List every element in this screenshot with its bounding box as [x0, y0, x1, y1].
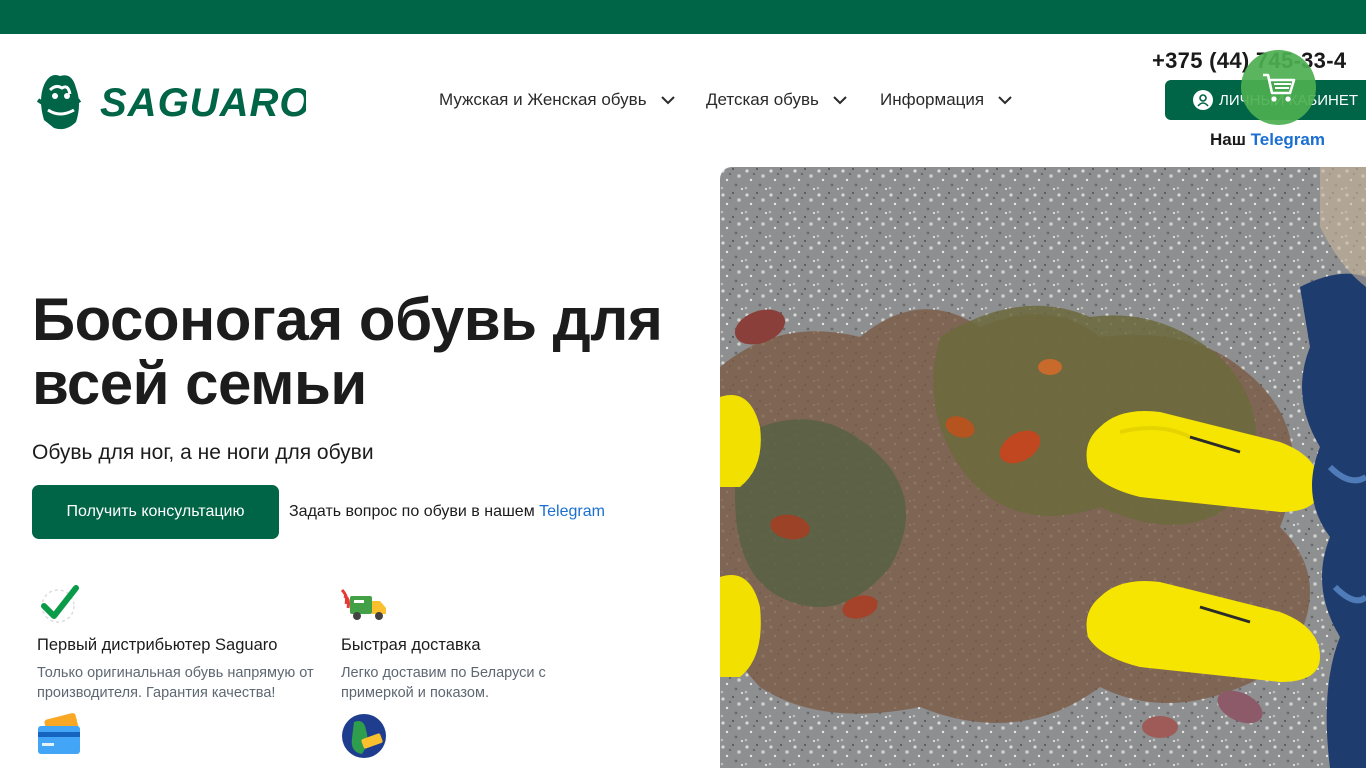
chevron-down-icon: [998, 95, 1012, 104]
cart-button[interactable]: [1241, 50, 1316, 125]
hero-subtitle: Обувь для ног, а не ноги для обуви: [32, 441, 374, 464]
ask-question-text: Задать вопрос по обуви в нашем Telegram: [289, 503, 605, 521]
chevron-down-icon: [660, 95, 675, 104]
user-icon: [1193, 90, 1213, 110]
cactus-mascot-icon: [36, 75, 82, 130]
feature-title: Быстрая доставка: [341, 636, 481, 654]
nav-label: Детская обувь: [706, 90, 819, 109]
chevron-down-icon: [833, 95, 847, 104]
ask-text: Задать вопрос по обуви в нашем: [289, 503, 535, 520]
checkmark-icon: [36, 582, 84, 630]
nav-label: Информация: [880, 90, 985, 109]
credit-card-icon: [36, 712, 84, 760]
saguaro-logo[interactable]: SAGUARO: [36, 70, 310, 130]
ask-telegram-link[interactable]: Telegram: [539, 503, 605, 520]
nav-kids-shoes[interactable]: Детская обувь: [706, 90, 847, 110]
feature-desc: Легко доставим по Беларуси с примеркой и…: [341, 665, 546, 701]
feature-title: Первый дистрибьютер Saguaro: [37, 636, 278, 654]
nav-mens-womens-shoes[interactable]: Мужская и Женская обувь: [439, 90, 675, 110]
nav-information[interactable]: Информация: [880, 90, 1012, 110]
nav-label: Мужская и Женская обувь: [439, 90, 647, 109]
telegram-link[interactable]: Telegram: [1251, 130, 1325, 149]
top-bar: [0, 0, 1366, 34]
feature-desc: Только оригинальная обувь напрямую от пр…: [37, 665, 314, 701]
hero-photo-yellow-boots: [720, 167, 1366, 768]
foot-measure-icon: [340, 712, 388, 760]
get-consultation-button[interactable]: Получить консультацию: [32, 485, 279, 539]
brand-wordmark: SAGUARO: [100, 81, 306, 125]
telegram-prefix: Наш: [1210, 130, 1246, 149]
delivery-truck-icon: [340, 582, 388, 630]
telegram-line: Наш Telegram: [1210, 130, 1325, 150]
hero-title: Босоногая обувь для всей семьи: [32, 286, 663, 417]
shopping-cart-icon: [1262, 73, 1295, 102]
